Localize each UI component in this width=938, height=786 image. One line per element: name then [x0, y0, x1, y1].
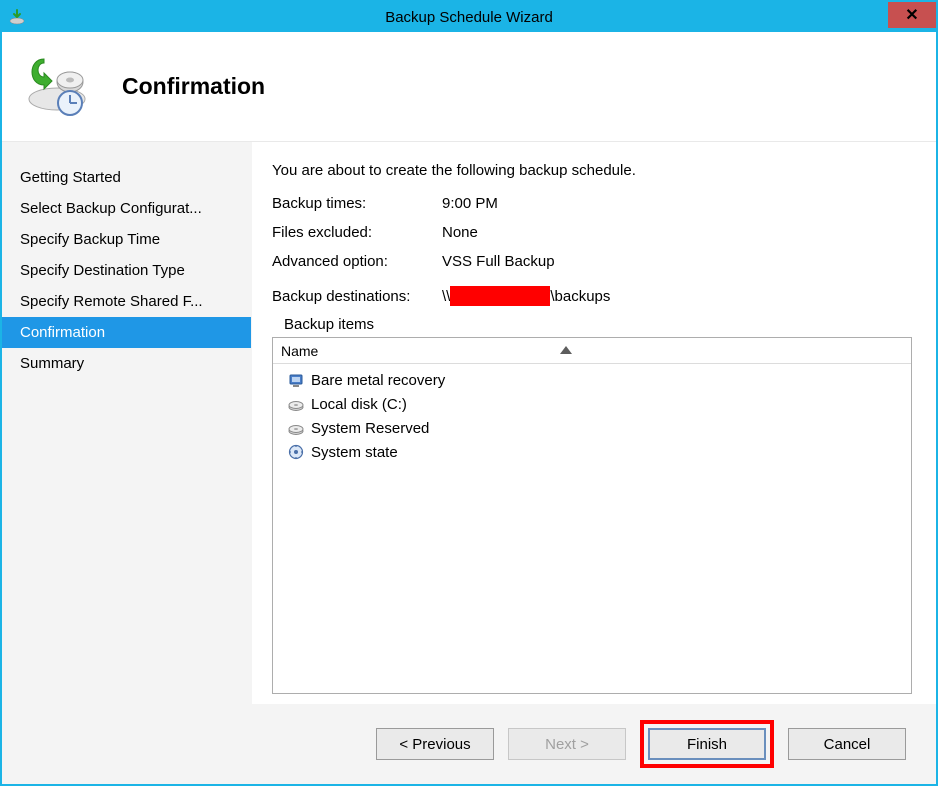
cancel-button[interactable]: Cancel: [788, 728, 906, 760]
disk-icon: [287, 419, 305, 437]
label-files-excluded: Files excluded:: [272, 224, 442, 241]
list-item-label: System state: [311, 444, 398, 461]
sidebar-item-select-backup-config[interactable]: Select Backup Configurat...: [2, 193, 251, 224]
sidebar-item-specify-backup-time[interactable]: Specify Backup Time: [2, 224, 251, 255]
list-item[interactable]: System state: [273, 440, 911, 464]
sidebar-item-specify-remote-shared[interactable]: Specify Remote Shared F...: [2, 286, 251, 317]
app-icon: [8, 8, 26, 26]
wizard-content: You are about to create the following ba…: [252, 142, 936, 704]
bare-metal-icon: [287, 371, 305, 389]
field-backup-times: Backup times: 9:00 PM: [272, 195, 912, 212]
value-advanced-option: VSS Full Backup: [442, 253, 912, 270]
backup-items-list[interactable]: Name Bare metal recovery: [272, 337, 912, 694]
label-advanced-option: Advanced option:: [272, 253, 442, 270]
sidebar-item-summary[interactable]: Summary: [2, 348, 251, 379]
list-item[interactable]: System Reserved: [273, 416, 911, 440]
field-backup-destinations: Backup destinations: \\ \backups: [272, 286, 912, 306]
field-files-excluded: Files excluded: None: [272, 224, 912, 241]
disk-icon: [287, 395, 305, 413]
dest-prefix: \\: [442, 288, 450, 305]
column-name: Name: [281, 343, 318, 359]
redacted-hostname: [450, 286, 550, 306]
system-state-icon: [287, 443, 305, 461]
label-backup-destinations: Backup destinations:: [272, 288, 442, 305]
wizard-steps-sidebar: Getting Started Select Backup Configurat…: [2, 142, 252, 704]
list-item-label: Local disk (C:): [311, 396, 407, 413]
listview-header[interactable]: Name: [273, 338, 911, 364]
close-icon: ✕: [905, 5, 918, 25]
wizard-header: Confirmation: [2, 32, 936, 142]
page-title: Confirmation: [122, 73, 265, 100]
finish-button[interactable]: Finish: [648, 728, 766, 760]
list-item[interactable]: Local disk (C:): [273, 392, 911, 416]
sidebar-item-specify-destination-type[interactable]: Specify Destination Type: [2, 255, 251, 286]
backup-items-label: Backup items: [284, 316, 912, 333]
value-backup-destinations: \\ \backups: [442, 286, 912, 306]
next-button: Next >: [508, 728, 626, 760]
label-backup-times: Backup times:: [272, 195, 442, 212]
previous-button[interactable]: < Previous: [376, 728, 494, 760]
value-files-excluded: None: [442, 224, 912, 241]
list-item-label: Bare metal recovery: [311, 372, 445, 389]
window-title: Backup Schedule Wizard: [385, 9, 553, 26]
value-backup-times: 9:00 PM: [442, 195, 912, 212]
sidebar-item-confirmation[interactable]: Confirmation: [2, 317, 251, 348]
field-advanced-option: Advanced option: VSS Full Backup: [272, 253, 912, 270]
highlight-annotation: Finish: [640, 720, 774, 768]
wizard-header-icon: [22, 57, 92, 117]
wizard-window: Backup Schedule Wizard ✕ Confirmation Ge…: [0, 0, 938, 786]
list-item[interactable]: Bare metal recovery: [273, 368, 911, 392]
listview-body: Bare metal recovery Local disk (C:): [273, 364, 911, 693]
dest-suffix: \backups: [550, 288, 610, 305]
titlebar: Backup Schedule Wizard ✕: [2, 2, 936, 32]
wizard-footer: < Previous Next > Finish Cancel: [2, 704, 936, 784]
list-item-label: System Reserved: [311, 420, 429, 437]
wizard-body: Getting Started Select Backup Configurat…: [2, 142, 936, 704]
sidebar-item-getting-started[interactable]: Getting Started: [2, 162, 251, 193]
close-button[interactable]: ✕: [888, 2, 936, 28]
intro-text: You are about to create the following ba…: [272, 162, 912, 179]
sort-ascending-icon: [560, 346, 572, 354]
